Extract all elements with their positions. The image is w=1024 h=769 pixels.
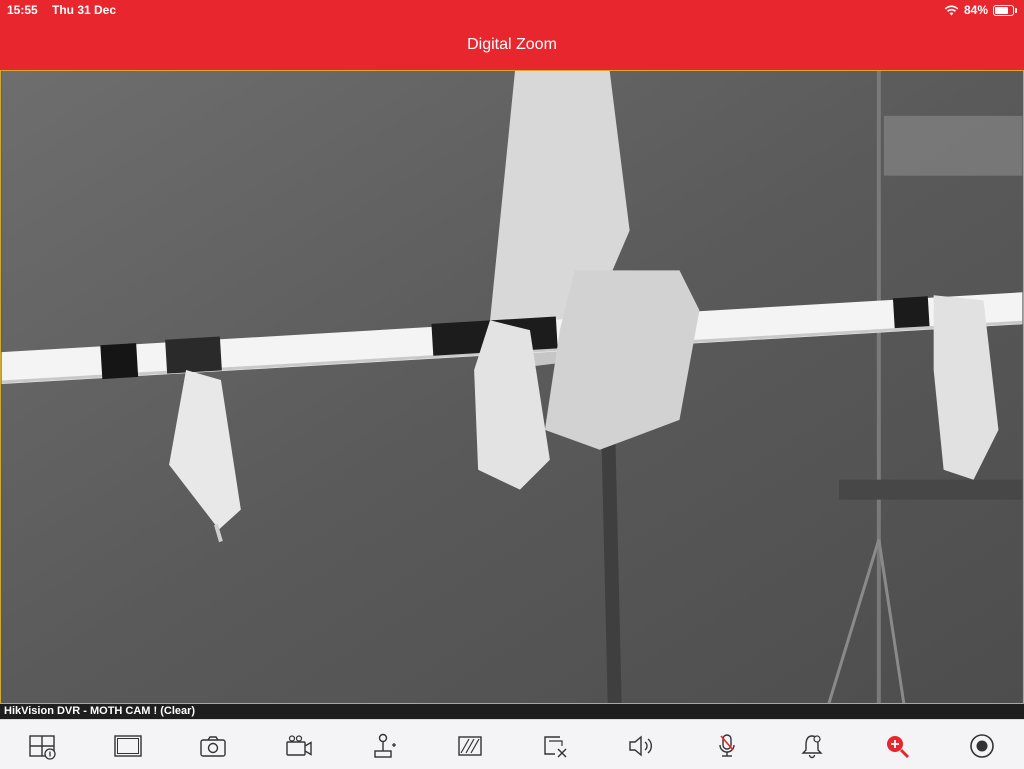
alarm-bell-icon: [801, 735, 823, 759]
digital-zoom-icon: [887, 736, 910, 759]
status-bar: 15:55 Thu 31 Dec 84%: [0, 0, 1024, 20]
window-split-button[interactable]: [28, 732, 56, 760]
image-quality-button[interactable]: [456, 732, 484, 760]
bottom-toolbar: [0, 719, 1024, 769]
image-quality-icon: [458, 736, 482, 756]
two-way-audio-button[interactable]: [713, 732, 741, 760]
single-window-button[interactable]: [114, 732, 142, 760]
live-video-view[interactable]: [0, 70, 1024, 704]
status-time: 15:55: [7, 3, 38, 17]
snapshot-button[interactable]: [199, 732, 227, 760]
recording-button[interactable]: [968, 732, 996, 760]
digital-zoom-button[interactable]: [883, 732, 911, 760]
speaker-icon: [629, 735, 652, 757]
video-record-icon: [286, 735, 312, 756]
microphone-icon: [719, 734, 735, 757]
audio-button[interactable]: [627, 732, 655, 760]
alarm-button[interactable]: [798, 732, 826, 760]
record-target-icon: [970, 734, 994, 758]
video-record-button[interactable]: [285, 732, 313, 760]
close-window-button[interactable]: [541, 732, 569, 760]
wifi-icon: [944, 5, 959, 15]
close-window-icon: [544, 736, 567, 758]
page-title: Digital Zoom: [467, 36, 557, 53]
channel-caption-bar: HikVision DVR - MOTH CAM ! (Clear): [0, 704, 1024, 719]
camera-feed-image: [1, 71, 1023, 703]
ptz-joystick-icon: [374, 733, 396, 758]
ptz-control-button[interactable]: [371, 732, 399, 760]
status-right: 84%: [944, 3, 1017, 17]
single-window-icon: [114, 735, 142, 757]
battery-percentage: 84%: [963, 3, 988, 17]
battery-icon: [993, 4, 1017, 16]
app-header: 15:55 Thu 31 Dec 84% Digital Zoom: [0, 0, 1024, 70]
camera-snapshot-icon: [200, 736, 226, 757]
channel-label: HikVision DVR - MOTH CAM ! (Clear): [4, 705, 196, 717]
window-split-icon: [29, 735, 56, 760]
status-date: Thu 31 Dec: [52, 3, 117, 17]
